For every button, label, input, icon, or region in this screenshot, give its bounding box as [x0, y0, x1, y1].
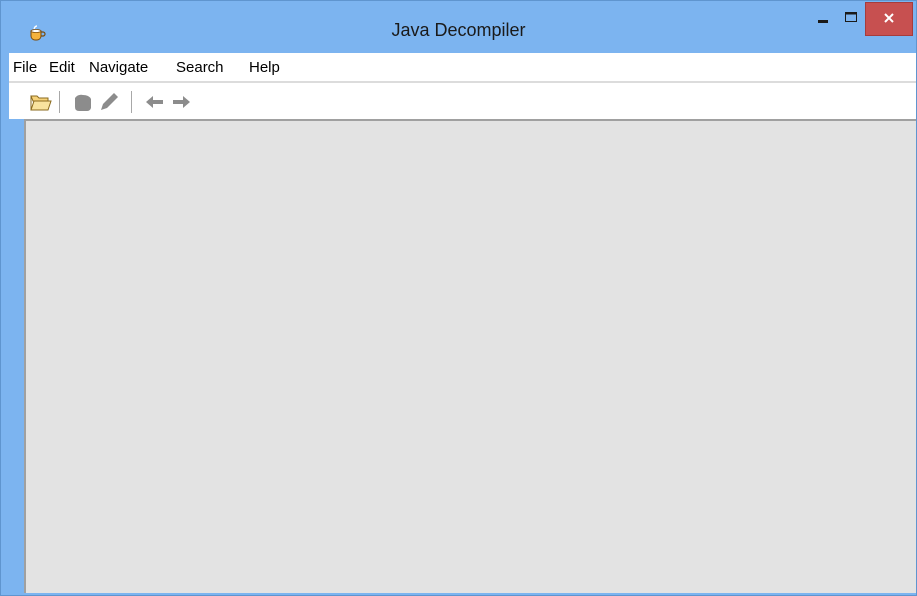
menu-search[interactable]: Search	[176, 59, 224, 76]
menu-navigate[interactable]: Navigate	[89, 59, 148, 76]
maximize-button[interactable]	[837, 3, 865, 35]
window-frame-left	[9, 119, 24, 593]
open-file-button[interactable]	[29, 91, 53, 113]
edit-button[interactable]	[97, 91, 121, 113]
edit-pencil-icon	[101, 93, 118, 110]
minimize-icon	[818, 20, 828, 23]
menu-file[interactable]: File	[13, 59, 37, 76]
title-bar[interactable]: Java Decompiler	[1, 1, 916, 41]
maximize-icon	[845, 12, 857, 22]
back-arrow-icon	[146, 96, 163, 108]
close-button[interactable]	[865, 2, 913, 36]
minimize-button[interactable]	[809, 3, 837, 35]
menu-bar: File Edit Navigate Search Help	[9, 53, 916, 81]
open-folder-icon	[30, 95, 52, 111]
close-file-button[interactable]	[71, 91, 95, 113]
toolbar-separator	[131, 91, 132, 113]
forward-arrow-icon	[173, 96, 190, 108]
back-button[interactable]	[143, 91, 167, 113]
menu-edit[interactable]: Edit	[49, 59, 75, 76]
window-title: Java Decompiler	[391, 20, 526, 40]
close-file-icon	[75, 94, 91, 111]
toolbar	[9, 83, 916, 119]
app-window: Java Decompiler File Edit Navigate Searc…	[0, 0, 917, 596]
menu-help[interactable]: Help	[249, 59, 280, 76]
toolbar-separator	[59, 91, 60, 113]
forward-button[interactable]	[169, 91, 193, 113]
close-icon	[884, 13, 894, 23]
main-content-area[interactable]	[24, 119, 916, 593]
